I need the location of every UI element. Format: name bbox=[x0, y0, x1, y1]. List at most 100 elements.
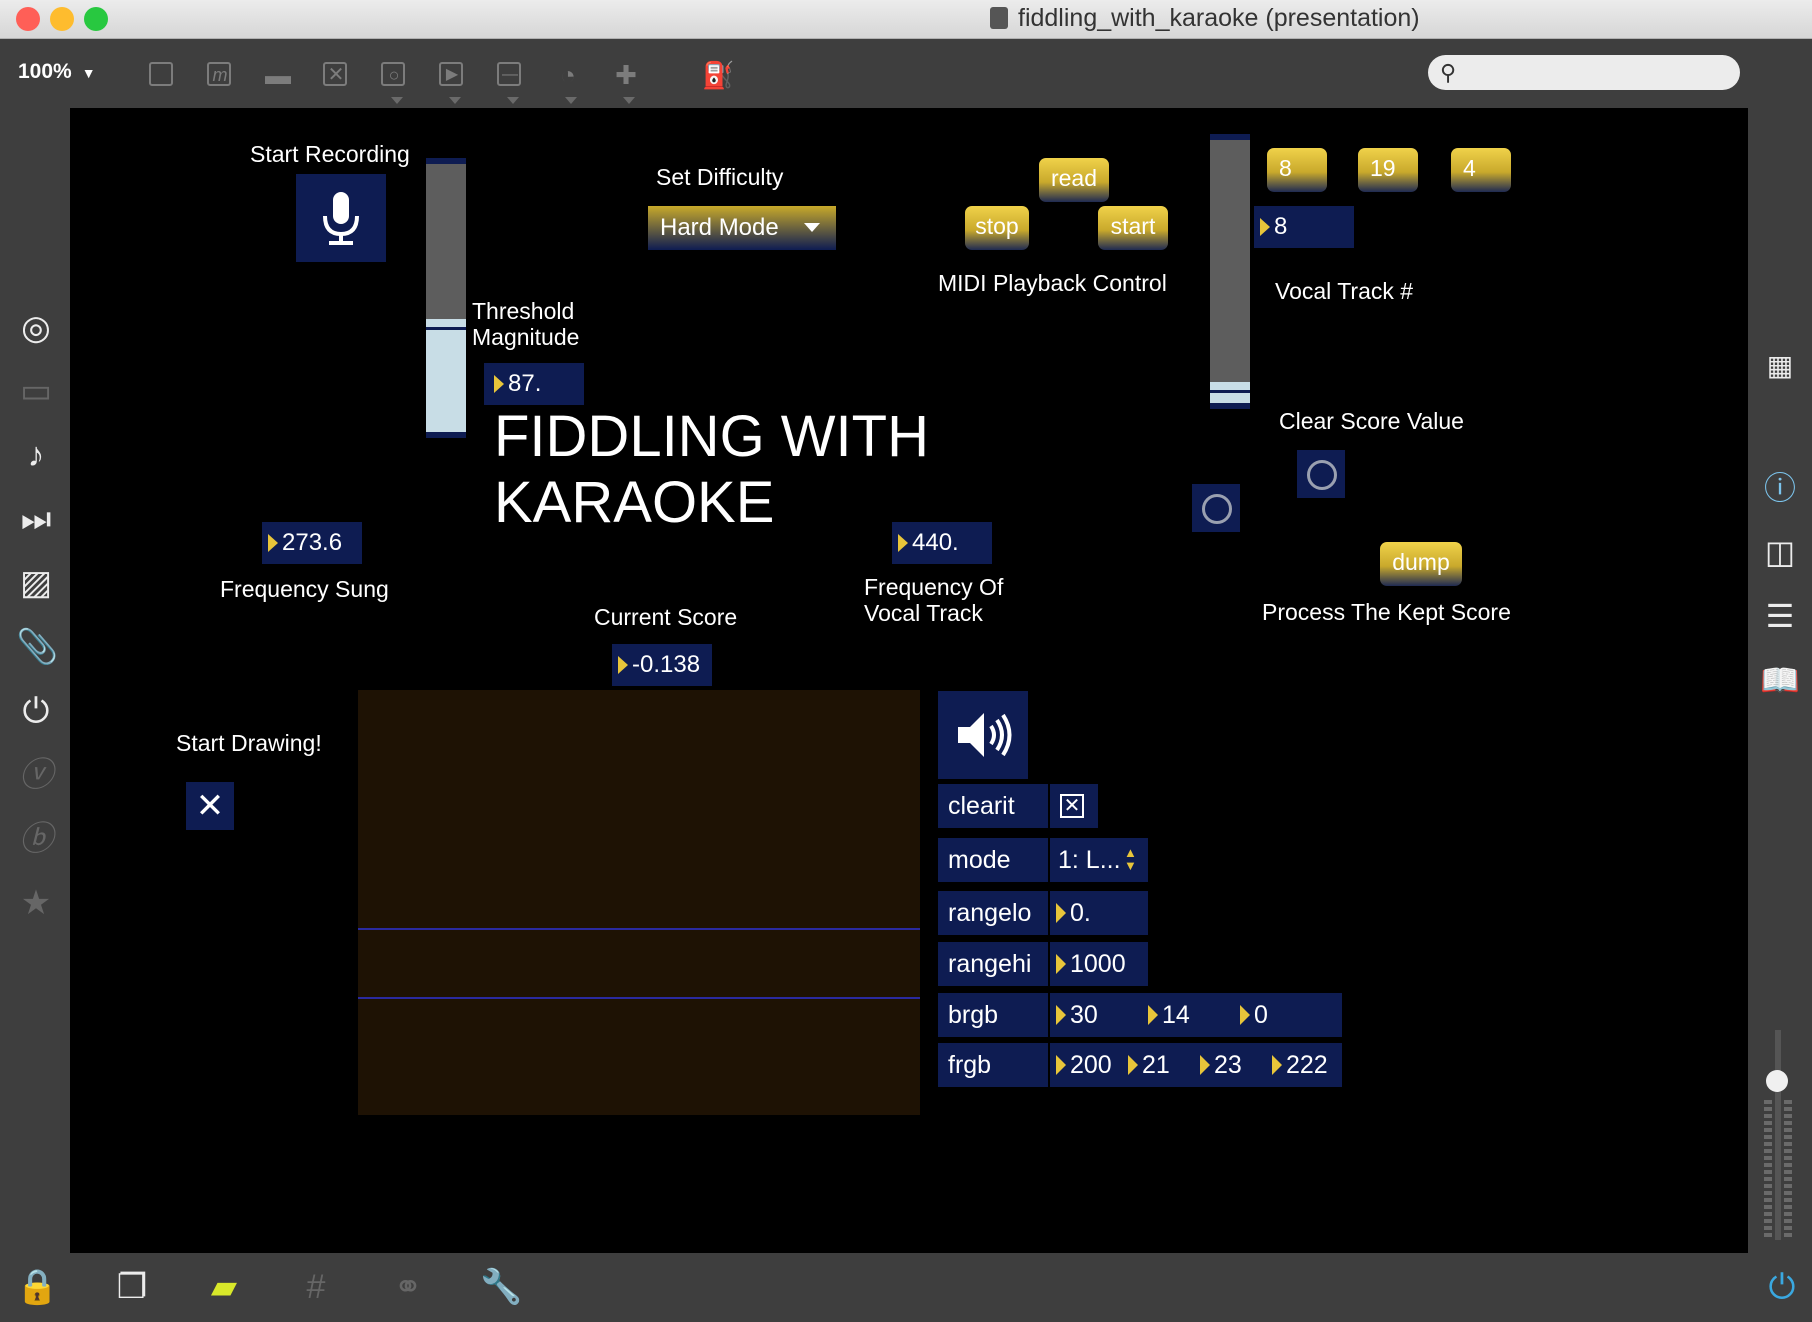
grid-snap-icon[interactable]: # bbox=[296, 1267, 336, 1307]
dropdown-arrow-icon bbox=[391, 97, 403, 104]
comment-icon[interactable]: ▬ bbox=[262, 59, 294, 91]
brgb-r-value: 30 bbox=[1070, 1001, 1098, 1029]
volume-fader[interactable] bbox=[1764, 1030, 1792, 1240]
console-icon[interactable]: ▭ bbox=[16, 371, 56, 411]
attr-row-rangelo: rangelo 0. bbox=[938, 891, 1148, 935]
number-object-icon[interactable]: ▶ bbox=[436, 59, 468, 104]
frgb-r-number[interactable]: 200 bbox=[1056, 1043, 1112, 1087]
fader-tick bbox=[1784, 1219, 1792, 1223]
threshold-number[interactable]: 87. bbox=[484, 363, 584, 405]
vocal-track-number[interactable]: 8 bbox=[1254, 206, 1354, 248]
stop-button[interactable]: stop bbox=[965, 206, 1029, 250]
attr-row-clearit: clearit ✕ bbox=[938, 784, 1098, 828]
add-object-icon[interactable]: ✚ bbox=[610, 59, 642, 104]
read-button[interactable]: read bbox=[1039, 158, 1109, 202]
fader-tick bbox=[1784, 1142, 1792, 1146]
checkbox[interactable]: ✕ bbox=[1060, 794, 1084, 818]
vocal-track-slider[interactable] bbox=[1210, 134, 1250, 409]
fader-tick bbox=[1764, 1205, 1772, 1209]
power-icon[interactable]: ⏻ bbox=[1762, 1267, 1802, 1307]
newobject-icon[interactable] bbox=[146, 59, 178, 91]
audio-output-toggle[interactable] bbox=[938, 691, 1028, 779]
slider-fill bbox=[426, 319, 466, 432]
mode-value[interactable]: 1: L... bbox=[1058, 838, 1121, 882]
columns-icon[interactable]: ◫ bbox=[1760, 532, 1800, 572]
book-icon[interactable]: 📖 bbox=[1760, 660, 1800, 700]
frequency-sung-number[interactable]: 273.6 bbox=[262, 522, 362, 564]
newobject-box-shape bbox=[149, 62, 173, 86]
fader-tick bbox=[1764, 1219, 1772, 1223]
close-window-button[interactable] bbox=[16, 7, 40, 31]
frgb-a-number[interactable]: 222 bbox=[1272, 1043, 1328, 1087]
slider-object-icon[interactable]: — bbox=[494, 59, 526, 104]
rangelo-number[interactable]: 0. bbox=[1056, 891, 1091, 935]
start-button[interactable]: start bbox=[1098, 206, 1168, 250]
step-forward-icon[interactable]: ⏭ bbox=[16, 499, 56, 539]
attr-name: rangelo bbox=[948, 899, 1032, 927]
frequency-sung-value: 273.6 bbox=[282, 529, 343, 556]
rangehi-number[interactable]: 1000 bbox=[1056, 942, 1126, 986]
title-bar: fiddling_with_karaoke (presentation) bbox=[0, 0, 1812, 39]
plug-icon[interactable]: ⏻ bbox=[16, 691, 56, 731]
fader-tick bbox=[1764, 1156, 1772, 1160]
dial-object-icon[interactable]: ◔ bbox=[552, 59, 584, 104]
dump-button[interactable]: dump bbox=[1380, 542, 1462, 586]
fader-track bbox=[1775, 1030, 1781, 1240]
list-icon[interactable]: ☰ bbox=[1760, 596, 1800, 636]
grid-icon[interactable]: ▦ bbox=[1760, 346, 1800, 386]
wrench-icon[interactable]: 🔧 bbox=[480, 1267, 522, 1307]
track-button-1[interactable]: 8 bbox=[1267, 148, 1327, 192]
zoom-select[interactable]: 100% ▼ bbox=[18, 60, 96, 84]
track-button-3[interactable]: 4 bbox=[1451, 148, 1511, 192]
current-score-number[interactable]: -0.138 bbox=[612, 644, 712, 686]
message-box-shape bbox=[207, 62, 231, 86]
button-object-icon[interactable]: ○ bbox=[378, 59, 410, 104]
track-button-2[interactable]: 19 bbox=[1358, 148, 1418, 192]
number-arrow-icon bbox=[1272, 1055, 1282, 1075]
lock-icon[interactable]: 🔒 bbox=[16, 1267, 58, 1307]
info-icon[interactable]: ⓘ bbox=[1760, 468, 1800, 508]
star-icon[interactable]: ★ bbox=[16, 883, 56, 923]
image-icon[interactable]: ▨ bbox=[16, 563, 56, 603]
paperclip-icon[interactable]: 📎 bbox=[16, 627, 58, 667]
microphone-toggle[interactable] bbox=[296, 174, 386, 262]
frgb-b-number[interactable]: 23 bbox=[1200, 1043, 1242, 1087]
zoom-window-button[interactable] bbox=[84, 7, 108, 31]
search-field[interactable]: ⚲ bbox=[1428, 55, 1740, 90]
brgb-r-number[interactable]: 30 bbox=[1056, 993, 1098, 1037]
minimize-window-button[interactable] bbox=[50, 7, 74, 31]
stepper-arrows-icon[interactable]: ▲ ▼ bbox=[1124, 846, 1137, 872]
target-icon[interactable]: ◎ bbox=[16, 308, 56, 348]
presentation-icon[interactable]: ▰ bbox=[204, 1267, 244, 1307]
windows-icon[interactable]: ❐ bbox=[112, 1267, 152, 1307]
bang-button[interactable] bbox=[1192, 484, 1240, 532]
toggle-object-icon[interactable]: ✕ bbox=[320, 59, 352, 91]
start-drawing-toggle[interactable]: ✕ bbox=[186, 782, 234, 830]
threshold-slider[interactable] bbox=[426, 158, 466, 438]
vizzie-icon[interactable]: ⓥ bbox=[16, 755, 56, 795]
zoom-value: 100% bbox=[18, 60, 72, 83]
message-object-icon[interactable]: m bbox=[204, 59, 236, 91]
vocal-frequency-number[interactable]: 440. bbox=[892, 522, 992, 564]
attr-name: rangehi bbox=[948, 950, 1032, 978]
vocal-frequency-label-line1: Frequency Of bbox=[864, 574, 1004, 600]
pitch-line bbox=[358, 997, 920, 999]
window-title: fiddling_with_karaoke (presentation) bbox=[990, 4, 1420, 33]
threshold-label-line2: Magnitude bbox=[472, 324, 580, 350]
clear-score-button[interactable] bbox=[1297, 450, 1345, 498]
brgb-b-number[interactable]: 0 bbox=[1240, 993, 1268, 1037]
drawing-canvas[interactable] bbox=[358, 690, 920, 1115]
fader-knob[interactable] bbox=[1766, 1070, 1788, 1092]
beap-icon[interactable]: ⓑ bbox=[16, 819, 56, 859]
slider-knob bbox=[426, 327, 466, 330]
music-note-icon[interactable]: ♪ bbox=[16, 435, 56, 475]
threshold-value: 87. bbox=[508, 370, 542, 397]
difficulty-menu[interactable]: Hard Mode bbox=[648, 206, 836, 250]
paint-bucket-icon[interactable]: ⛽ bbox=[702, 59, 734, 91]
brgb-g-number[interactable]: 14 bbox=[1148, 993, 1190, 1037]
search-input[interactable] bbox=[1472, 59, 1726, 87]
window-title-text: fiddling_with_karaoke (presentation) bbox=[1018, 4, 1420, 32]
set-difficulty-label: Set Difficulty bbox=[656, 164, 784, 190]
attach-add-icon[interactable]: ⚭ bbox=[388, 1267, 428, 1307]
frgb-g-number[interactable]: 21 bbox=[1128, 1043, 1170, 1087]
